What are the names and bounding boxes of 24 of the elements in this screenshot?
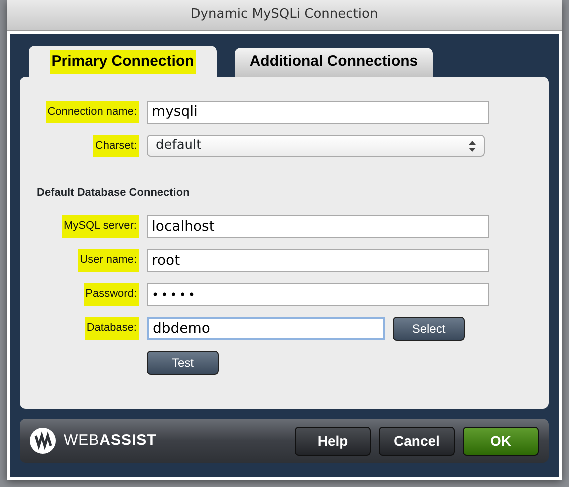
tab[interactable]: Additional Connections xyxy=(235,48,433,77)
logo-icon xyxy=(30,428,56,454)
field-label: Password: xyxy=(84,283,139,306)
field-label: MySQL server: xyxy=(62,215,139,238)
updown-arrows-icon xyxy=(469,140,476,152)
ok-button[interactable]: OK xyxy=(463,426,539,456)
window-title: Dynamic MySQLi Connection xyxy=(190,6,378,24)
input-field[interactable]: dbdemo xyxy=(147,317,385,340)
select-button[interactable]: Select xyxy=(393,316,465,340)
footer-button[interactable]: Help xyxy=(295,426,371,456)
charset-dropdown[interactable]: default xyxy=(147,135,485,157)
input-field[interactable]: mysqli xyxy=(147,100,489,124)
tab[interactable]: Primary Connection xyxy=(29,46,217,78)
footer-button[interactable]: Cancel xyxy=(379,426,455,456)
password-field[interactable]: ••••• xyxy=(147,283,489,306)
logo-text: WEBASSIST xyxy=(64,430,157,451)
field-label: Connection name: xyxy=(46,100,139,124)
field-label: Charset: xyxy=(93,134,139,158)
input-field[interactable]: localhost xyxy=(147,215,489,238)
field-label: Database: xyxy=(84,317,139,340)
field-label: User name: xyxy=(78,249,139,272)
test-button[interactable]: Test xyxy=(147,350,219,374)
section-heading: Default Database Connection xyxy=(36,186,191,201)
input-field[interactable]: root xyxy=(147,249,489,272)
